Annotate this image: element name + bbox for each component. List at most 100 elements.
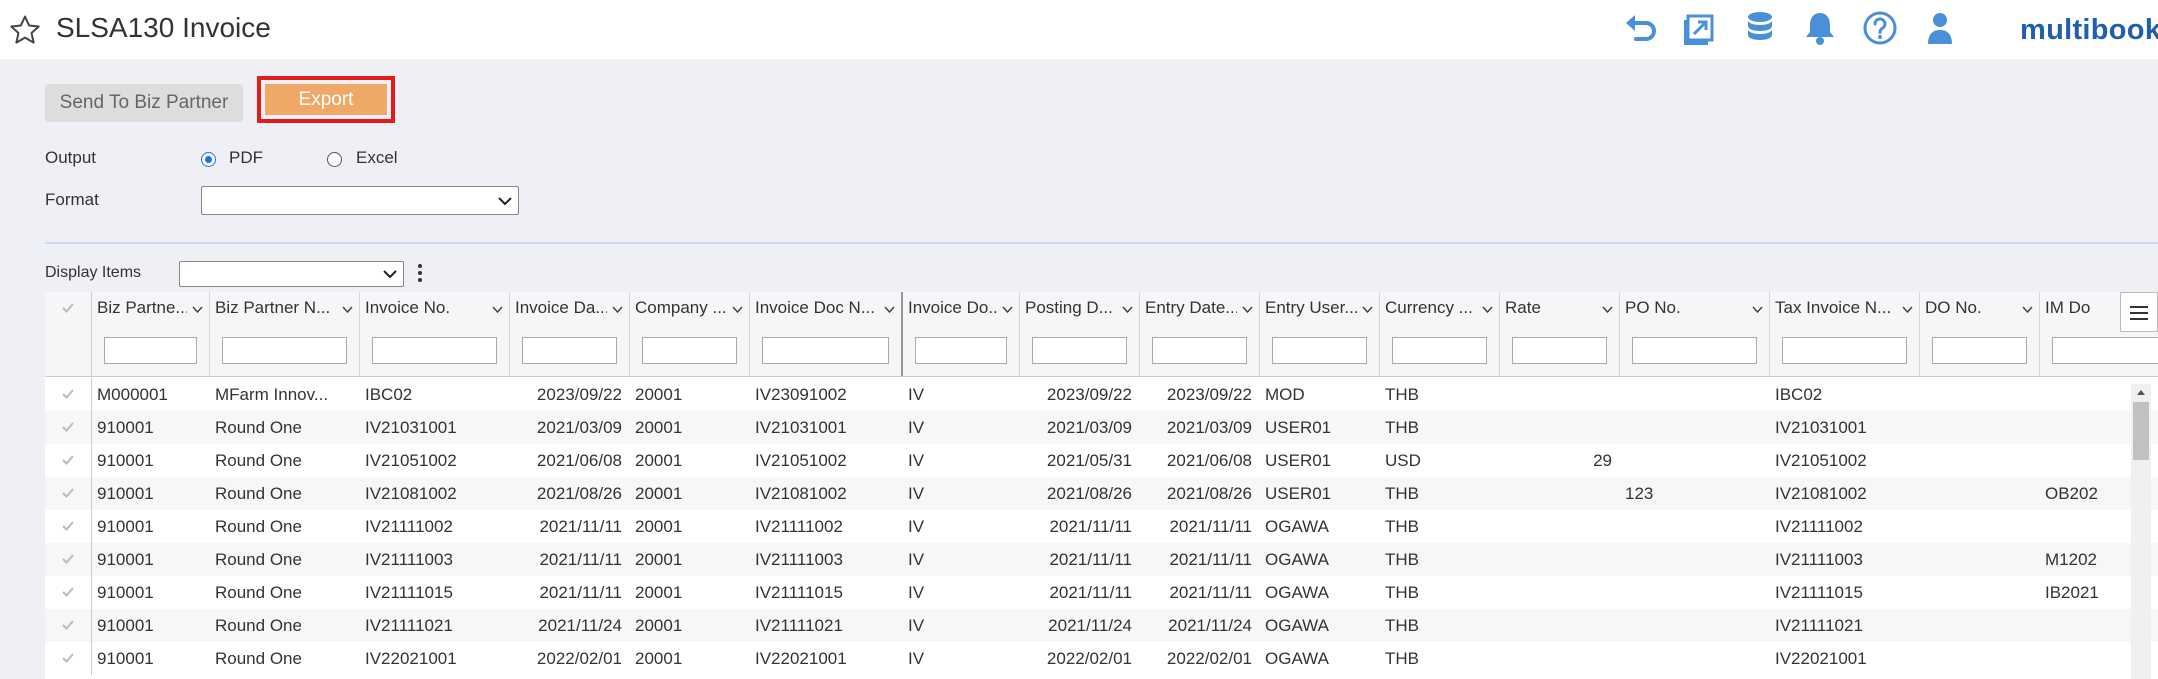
sort-chevron-icon[interactable] [612, 306, 623, 313]
column-header-label: PO No. [1625, 298, 1681, 317]
sort-chevron-icon[interactable] [1122, 306, 1133, 313]
sort-chevron-icon[interactable] [1002, 306, 1013, 313]
table-row[interactable]: 910001 Round One IV21081002 2021/08/26 20001… [45, 477, 2158, 510]
sort-chevron-icon[interactable] [2022, 306, 2033, 313]
table-row[interactable]: M000001 MFarm Innov... IBC02 2023/09/22 2000… [45, 378, 2158, 411]
sort-chevron-icon[interactable] [1242, 306, 1253, 313]
column-filter-input[interactable] [1032, 337, 1127, 364]
table-cell: 910001 [97, 649, 154, 668]
sort-chevron-icon[interactable] [1482, 306, 1493, 313]
column-header[interactable]: Tax Invoice N... [1770, 292, 1920, 376]
row-checkbox[interactable] [45, 576, 92, 609]
column-filter-input[interactable] [1632, 337, 1757, 364]
column-filter-input[interactable] [222, 337, 347, 364]
display-items-select[interactable] [179, 261, 404, 287]
sort-chevron-icon[interactable] [342, 306, 353, 313]
scroll-up-icon[interactable] [2136, 388, 2146, 396]
column-header[interactable]: Biz Partner N... [210, 292, 360, 376]
column-header[interactable]: DO No. [1920, 292, 2040, 376]
export-window-icon[interactable] [1680, 8, 1720, 48]
sort-chevron-icon[interactable] [1602, 306, 1613, 313]
table-cell: 910001 [97, 418, 154, 437]
column-filter-input[interactable] [1512, 337, 1607, 364]
column-filter-input[interactable] [1932, 337, 2027, 364]
row-checkbox[interactable] [45, 411, 92, 444]
sort-chevron-icon[interactable] [732, 306, 743, 313]
column-filter-input[interactable] [1392, 337, 1487, 364]
column-filter-input[interactable] [915, 337, 1007, 364]
table-cell: IV21111015 [755, 583, 843, 602]
send-to-biz-partner-button[interactable]: Send To Biz Partner [45, 84, 243, 122]
column-header[interactable]: Entry Date... [1140, 292, 1260, 376]
column-header[interactable]: Invoice Doc N... [750, 292, 903, 376]
column-filter-input[interactable] [104, 337, 197, 364]
output-radio-pdf[interactable] [201, 152, 216, 167]
table-row[interactable]: 910001 Round One IV21111021 2021/11/24 20001… [45, 609, 2158, 642]
column-header[interactable]: Invoice No. [360, 292, 510, 376]
checkbox-check-icon [62, 554, 74, 564]
column-filter-input[interactable] [522, 337, 617, 364]
row-checkbox[interactable] [45, 378, 92, 411]
table-cell: 2021/11/11 [1049, 550, 1132, 569]
column-filter-input[interactable] [762, 337, 889, 364]
table-row[interactable]: 910001 Round One IV21111015 2021/11/11 20001… [45, 576, 2158, 609]
table-cell: 20001 [635, 385, 683, 404]
column-filter-input[interactable] [1272, 337, 1367, 364]
table-cell: Round One [215, 616, 302, 635]
table-cell: OGAWA [1265, 616, 1329, 635]
sort-chevron-icon[interactable] [192, 306, 203, 313]
row-checkbox[interactable] [45, 543, 92, 576]
sort-chevron-icon[interactable] [492, 306, 503, 313]
help-icon[interactable] [1860, 8, 1900, 48]
export-button[interactable]: Export [265, 84, 387, 115]
table-row[interactable]: 910001 Round One IV22021001 2022/02/01 20001… [45, 642, 2158, 675]
table-cell: 2021/11/24 [538, 616, 622, 635]
row-checkbox[interactable] [45, 642, 92, 675]
sort-chevron-icon[interactable] [1902, 306, 1913, 313]
output-radio-excel[interactable] [327, 152, 342, 167]
star-icon[interactable] [8, 13, 42, 47]
grid-menu-icon[interactable] [2120, 292, 2158, 332]
column-header[interactable]: Invoice Da... [510, 292, 630, 376]
table-cell: 910001 [97, 583, 154, 602]
table-cell: THB [1385, 517, 1419, 536]
column-header[interactable]: PO No. [1620, 292, 1770, 376]
sort-chevron-icon[interactable] [884, 306, 895, 313]
table-row[interactable]: 910001 Round One IV21031001 2021/03/09 20001… [45, 411, 2158, 444]
column-header[interactable]: Company ... [630, 292, 750, 376]
column-filter-input[interactable] [642, 337, 737, 364]
format-select[interactable] [201, 186, 519, 215]
database-icon[interactable] [1740, 8, 1780, 48]
row-checkbox[interactable] [45, 510, 92, 543]
vertical-scrollbar[interactable] [2131, 384, 2151, 679]
table-cell [1920, 642, 2040, 675]
table-row[interactable]: 910001 Round One IV21111003 2021/11/11 20001… [45, 543, 2158, 576]
table-cell: 2021/11/11 [1049, 583, 1132, 602]
column-header[interactable]: Rate [1500, 292, 1620, 376]
table-row[interactable]: 910001 Round One IV21111002 2021/11/11 20001… [45, 510, 2158, 543]
table-cell: IV21111003 [1775, 550, 1863, 569]
column-header[interactable]: Invoice Do... [903, 292, 1020, 376]
column-header[interactable]: Posting D... [1020, 292, 1140, 376]
bell-icon[interactable] [1800, 8, 1840, 48]
select-all-checkbox[interactable] [45, 292, 92, 376]
column-filter-input[interactable] [1782, 337, 1907, 364]
sort-chevron-icon[interactable] [1752, 306, 1763, 313]
column-header[interactable]: Entry User... [1260, 292, 1380, 376]
sort-chevron-icon[interactable] [1362, 306, 1373, 313]
column-header[interactable]: Biz Partne... [92, 292, 210, 376]
table-cell: IV21111021 [755, 616, 843, 635]
user-icon[interactable] [1920, 8, 1960, 48]
table-cell: IV21111002 [1775, 517, 1863, 536]
column-filter-input[interactable] [1152, 337, 1247, 364]
undo-icon[interactable] [1620, 8, 1660, 48]
row-checkbox[interactable] [45, 477, 92, 510]
table-row[interactable]: 910001 Round One IV21051002 2021/06/08 20001… [45, 444, 2158, 477]
scroll-thumb[interactable] [2133, 402, 2149, 460]
column-filter-input[interactable] [372, 337, 497, 364]
column-header[interactable]: Currency ... [1380, 292, 1500, 376]
row-checkbox[interactable] [45, 609, 92, 642]
column-filter-input[interactable] [2052, 337, 2158, 364]
more-options-icon[interactable] [417, 262, 423, 286]
row-checkbox[interactable] [45, 444, 92, 477]
